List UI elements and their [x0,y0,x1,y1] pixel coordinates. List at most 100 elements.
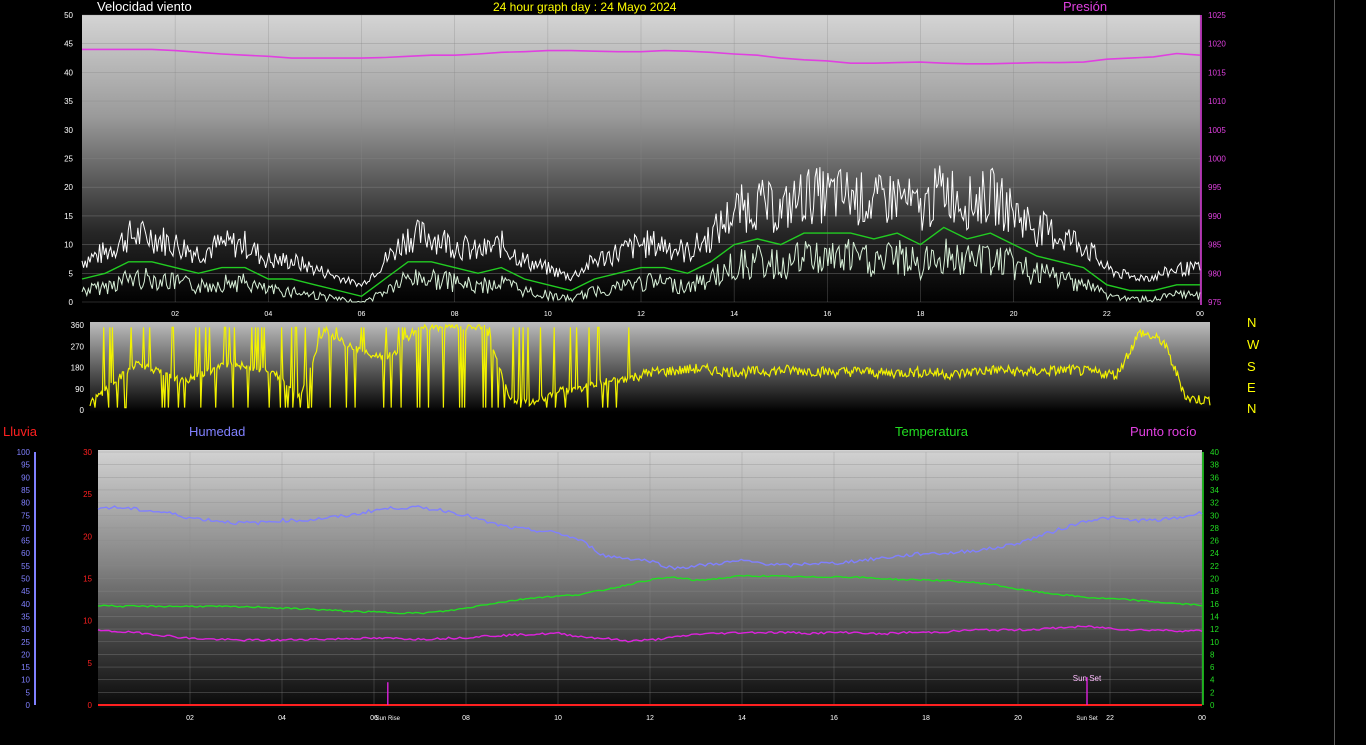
humidity-y-tick-label: 85 [21,486,30,495]
temperature-y-tick-label: 18 [1210,587,1219,596]
humidity-y-tick-label: 90 [21,473,30,482]
compass-e: E [1247,380,1256,395]
pressure-title: Presión [1063,0,1108,14]
humidity-y-tick-label: 65 [21,537,30,546]
temperature-x-tick-label: 10 [554,715,562,722]
humidity-y-tick-label: 80 [21,499,30,508]
humidity-y-tick-label: 40 [21,600,30,609]
direction-y-tick-label: 270 [71,342,85,351]
pressure-y-tick-label: 1000 [1208,155,1226,164]
wind-y-tick-label: 50 [64,11,73,20]
wind-x-tick-label: 08 [451,311,459,318]
wind-y-tick-label: 35 [64,97,73,106]
wind-x-tick-label: 14 [730,311,738,318]
pressure-y-tick-label: 985 [1208,241,1222,250]
wind-y-tick-label: 20 [64,183,73,192]
wind-title: Velocidad viento [97,0,192,14]
wind-x-tick-label: 18 [917,311,925,318]
wind-y-tick-label: 30 [64,126,73,135]
wind-x-tick-label: 12 [637,311,645,318]
direction-y-tick-label: 0 [80,406,85,415]
wind-x-tick-label: 20 [1010,311,1018,318]
wind-x-tick-label: 06 [358,311,366,318]
wind-x-tick-label: 04 [264,311,272,318]
temperature-y-tick-label: 16 [1210,600,1219,609]
wind-x-tick-label: 00 [1196,311,1204,318]
temperature-y-tick-label: 38 [1210,461,1219,470]
pressure-y-tick-label: 975 [1208,298,1222,307]
temperature-y-tick-label: 2 [1210,688,1215,697]
temperature-y-tick-label: 8 [1210,650,1215,659]
dewpoint-y-tick-label: 0 [88,701,93,710]
temperature-x-tick-label: 22 [1106,715,1114,722]
dewpoint-y-tick-label: 10 [83,617,92,626]
humidity-y-tick-label: 55 [21,562,30,571]
compass-s: S [1247,359,1256,374]
right-divider [1334,0,1335,745]
humidity-y-tick-label: 10 [21,676,30,685]
temperature-x-tick-label: 20 [1014,715,1022,722]
humidity-y-tick-label: 0 [26,701,31,710]
dewpoint-y-tick-label: 20 [83,532,92,541]
pressure-y-tick-label: 1020 [1208,40,1226,49]
temperature-x-tick-label: 08 [462,715,470,722]
pressure-y-tick-label: 980 [1208,269,1222,278]
temperature-y-tick-label: 36 [1210,473,1219,482]
dewpoint-y-tick-label: 5 [88,659,93,668]
temperature-y-tick-label: 24 [1210,549,1219,558]
wind-y-tick-label: 45 [64,40,73,49]
compass-n-top: N [1247,315,1257,330]
humidity-y-tick-label: 100 [17,448,31,457]
wind-y-tick-label: 15 [64,212,73,221]
pressure-y-tick-label: 1015 [1208,68,1226,77]
temperature-y-tick-label: 10 [1210,638,1219,647]
temperature-x-tick-label: 16 [830,715,838,722]
rain-label: Lluvia [3,424,37,439]
humidity-y-tick-label: 95 [21,461,30,470]
wind-y-tick-label: 0 [69,298,74,307]
humidity-label: Humedad [189,424,246,439]
pressure-y-tick-label: 1025 [1208,11,1226,20]
wind-x-tick-label: 22 [1103,311,1111,318]
temperature-x-tick-label: 04 [278,715,286,722]
weather-graph-page: 0 5 10 15 20 25 30 35 40 45 50 975 980 985 990 995 1000 1… [0,0,1366,745]
direction-y-tick-label: 360 [71,321,85,330]
sunrise-label: Sun Rise [376,716,401,722]
temperature-x-tick-label: 00 [1198,715,1206,722]
direction-y-tick-label: 180 [71,364,85,373]
humidity-y-tick-label: 20 [21,650,30,659]
temperature-y-tick-label: 6 [1210,663,1215,672]
temperature-y-tick-label: 28 [1210,524,1219,533]
humidity-y-tick-label: 15 [21,663,30,672]
humidity-y-tick-label: 45 [21,587,30,596]
wind-y-tick-label: 5 [69,269,74,278]
temperature-x-tick-label: 14 [738,715,746,722]
compass-w: W [1247,337,1260,352]
wind-y-tick-label: 40 [64,68,73,77]
dewpoint-y-tick-label: 15 [83,575,92,584]
temperature-x-tick-label: 12 [646,715,654,722]
pressure-y-tick-label: 1005 [1208,126,1226,135]
temperature-y-tick-label: 30 [1210,511,1219,520]
temperature-x-tick-label: 02 [186,715,194,722]
wind-x-tick-label: 16 [823,311,831,318]
humidity-y-tick-label: 25 [21,638,30,647]
dewpoint-label: Punto rocío [1130,424,1197,439]
dewpoint-y-tick-label: 25 [83,490,92,499]
temperature-x-tick-label: 18 [922,715,930,722]
wind-x-tick-label: 02 [171,311,179,318]
temperature-y-tick-label: 4 [1210,676,1215,685]
temperature-label: Temperatura [895,424,968,439]
dewpoint-y-tick-label: 30 [83,448,92,457]
temperature-y-tick-label: 22 [1210,562,1219,571]
temperature-y-tick-label: 12 [1210,625,1219,634]
temperature-y-tick-label: 32 [1210,499,1219,508]
compass-n-bottom: N [1247,401,1257,416]
pressure-y-tick-label: 990 [1208,212,1222,221]
humidity-y-tick-label: 60 [21,549,30,558]
temperature-y-tick-label: 26 [1210,537,1219,546]
humidity-y-tick-label: 75 [21,511,30,520]
humidity-y-tick-label: 30 [21,625,30,634]
temperature-y-tick-label: 34 [1210,486,1219,495]
humidity-y-tick-label: 5 [26,688,31,697]
